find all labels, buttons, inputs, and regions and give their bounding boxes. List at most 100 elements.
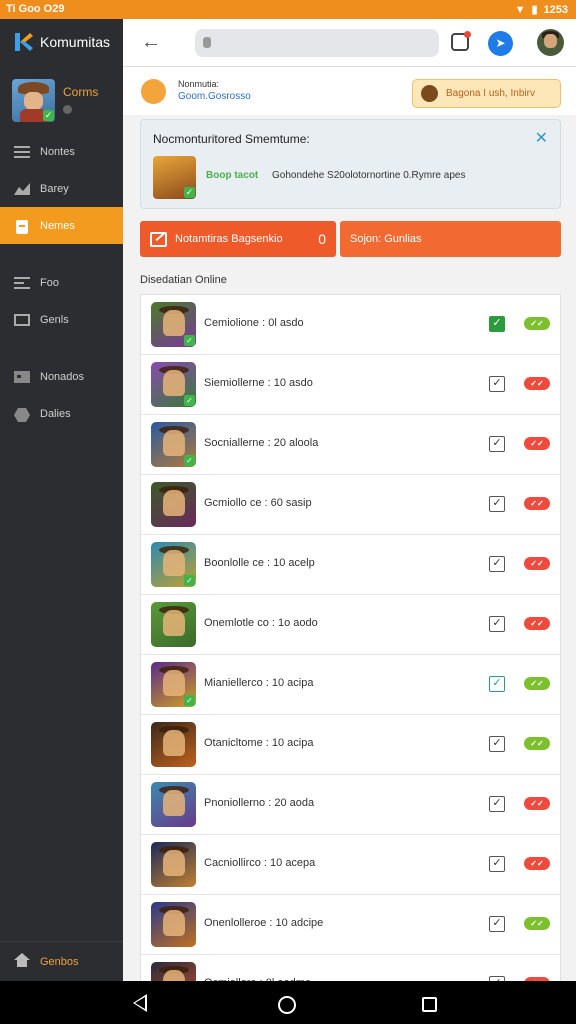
profile[interactable]: ✓ Corms: [12, 79, 98, 122]
game-thumbnail: [151, 902, 196, 947]
sidebar-item-nontes[interactable]: Nontes: [0, 133, 123, 170]
status-badge: ✓✓: [524, 437, 550, 450]
list-item[interactable]: Gcmiollo ce : 60 sasip ✓ ✓✓: [141, 475, 560, 535]
sidebar-item-label: Nontes: [40, 145, 75, 158]
brand[interactable]: Komumitas: [12, 31, 110, 53]
status-badge: ✓✓: [524, 377, 550, 390]
sidebar-item-label: Nonados: [40, 370, 85, 383]
game-thumbnail: [151, 842, 196, 887]
game-name: Cemiolione : 0l asdo: [204, 317, 304, 329]
game-list: ✓ Cemiolione : 0l asdo ✓ ✓✓ ✓ Siemiollerne : …: [140, 294, 561, 981]
list-item[interactable]: Onenlolleroe : 10 adcipe ✓ ✓✓: [141, 895, 560, 955]
list-item[interactable]: ✓ Socniallerne : 20 aloola ✓ ✓✓: [141, 415, 560, 475]
notification-badge: [464, 31, 471, 38]
checkbox[interactable]: ✓: [489, 556, 505, 572]
status-dot-icon: [63, 105, 72, 114]
list-item[interactable]: Cacniollirco : 10 acepa ✓ ✓✓: [141, 835, 560, 895]
notification-icon[interactable]: [451, 31, 471, 51]
checkbox[interactable]: ✓: [489, 316, 505, 332]
sidebar-item-label: Nemes: [40, 219, 75, 232]
status-badge: ✓✓: [524, 737, 550, 750]
game-thumbnail: [151, 482, 196, 527]
sidebar-item-nemes[interactable]: Nemes: [0, 207, 123, 244]
close-icon[interactable]: ✕: [535, 128, 548, 148]
sidebar-item-foo[interactable]: Foo: [0, 264, 123, 301]
sidebar-footer-label: Genbos: [40, 955, 79, 968]
game-name: Otanicltome : 10 acipa: [204, 737, 314, 749]
list-item[interactable]: Pnoniollerno : 20 aoda ✓ ✓✓: [141, 775, 560, 835]
game-name: Onemlotle co : 1o aodo: [204, 617, 318, 629]
checkbox[interactable]: ✓: [489, 736, 505, 752]
checkbox[interactable]: ✓: [489, 496, 505, 512]
user-avatar[interactable]: [537, 29, 564, 56]
welcome-link[interactable]: Goom.Gosrosso: [178, 91, 251, 102]
secondary-action-button[interactable]: Sojon: Gunlias: [340, 221, 561, 257]
sidebar-item-label: Dalies: [40, 407, 71, 420]
arrow-left-icon[interactable]: ←: [141, 31, 165, 55]
status-badge: ✓✓: [524, 677, 550, 690]
system-nav-bar: [0, 981, 576, 1024]
list-item[interactable]: ✓ Boonlolle ce : 10 acelp ✓ ✓✓: [141, 535, 560, 595]
sidebar-item-label: Foo: [40, 276, 59, 289]
notice-card: Nocmonturitored Smemtume: ✕ ✓ Boop tacot…: [140, 119, 561, 209]
search-input[interactable]: [195, 29, 439, 57]
game-name: Socniallerne : 20 aloola: [204, 437, 319, 449]
list-item[interactable]: Ocmiollore : 0l aodme✓✓✓: [141, 955, 560, 981]
welcome-button-label: Bagona I ush, Inbirv: [446, 88, 535, 99]
list-item[interactable]: Onemlotle co : 1o aodo ✓ ✓✓: [141, 595, 560, 655]
checkbox[interactable]: ✓: [489, 796, 505, 812]
checkbox[interactable]: ✓: [489, 856, 505, 872]
list-item[interactable]: Otanicltome : 10 acipa ✓ ✓✓: [141, 715, 560, 775]
sidebar-item-genls[interactable]: Genls: [0, 301, 123, 338]
game-thumbnail: [151, 962, 196, 981]
game-thumbnail: [151, 722, 196, 767]
list-item[interactable]: ✓ Mianiellerco : 10 acipa ✓ ✓✓: [141, 655, 560, 715]
back-icon[interactable]: [133, 994, 147, 1012]
brand-logo-icon: [12, 31, 34, 53]
primary-action-label: Notamtiras Bagsenkio: [175, 233, 283, 245]
sidebar-item-barey[interactable]: Barey: [0, 170, 123, 207]
checkbox[interactable]: ✓: [489, 436, 505, 452]
game-name: Mianiellerco : 10 acipa: [204, 677, 314, 689]
game-thumbnail: ✓: [151, 542, 196, 587]
checkbox[interactable]: ✓: [489, 616, 505, 632]
checkbox[interactable]: ✓: [489, 376, 505, 392]
status-bar-left-text: Ti Goo O29: [6, 3, 65, 15]
calendar-icon: [14, 370, 30, 383]
verified-check-icon: ✓: [43, 110, 54, 121]
game-name: Gcmiollo ce : 60 sasip: [204, 497, 312, 509]
notice-title: Nocmonturitored Smemtume:: [153, 132, 310, 146]
profile-icon: [421, 85, 438, 102]
list-item[interactable]: ✓ Cemiolione : 0l asdo ✓ ✓✓: [141, 295, 560, 355]
avatar: ✓: [12, 79, 55, 122]
sidebar-item-nonados[interactable]: Nonados: [0, 358, 123, 395]
notice-tag: Boop tacot: [206, 170, 259, 181]
primary-action-button[interactable]: Notamtiras Bagsenkio 0: [140, 221, 336, 257]
checkbox[interactable]: ✓: [489, 916, 505, 932]
wifi-icon: ▼: [514, 3, 526, 16]
sidebar-item-dalies[interactable]: Dalies: [0, 395, 123, 432]
send-button[interactable]: ➤: [488, 31, 513, 56]
game-name: Cacniollirco : 10 acepa: [204, 857, 316, 869]
verified-check-icon: ✓: [184, 187, 195, 198]
list-item[interactable]: ✓ Siemiollerne : 10 asdo ✓ ✓✓: [141, 355, 560, 415]
status-badge: ✓✓: [524, 317, 550, 330]
primary-action-badge: 0: [318, 231, 326, 247]
screen-icon: [14, 313, 30, 326]
brand-name: Komumitas: [40, 34, 111, 50]
checkbox[interactable]: ✓: [489, 676, 505, 692]
home-circle-icon[interactable]: [278, 996, 296, 1014]
game-thumbnail: [151, 782, 196, 827]
recent-apps-icon[interactable]: [422, 997, 437, 1012]
sidebar-footer-item[interactable]: Genbos: [0, 941, 123, 981]
welcome-button[interactable]: Bagona I ush, Inbirv: [412, 79, 561, 108]
profile-name: Corms: [63, 85, 99, 99]
sidebar-nav: Nontes Barey Nemes Foo Genls Nonados Dalies: [0, 133, 123, 432]
notice-text: Gohondehe S20olotornortine 0.Rymre apes: [272, 170, 466, 181]
game-thumbnail: ✓: [151, 302, 196, 347]
sidebar: Komumitas ✓ Corms Nontes Barey Nemes Foo Gen…: [0, 19, 123, 981]
notice-thumbnail: ✓: [153, 156, 196, 199]
game-name: Siemiollerne : 10 asdo: [204, 377, 313, 389]
document-icon: [14, 219, 30, 234]
